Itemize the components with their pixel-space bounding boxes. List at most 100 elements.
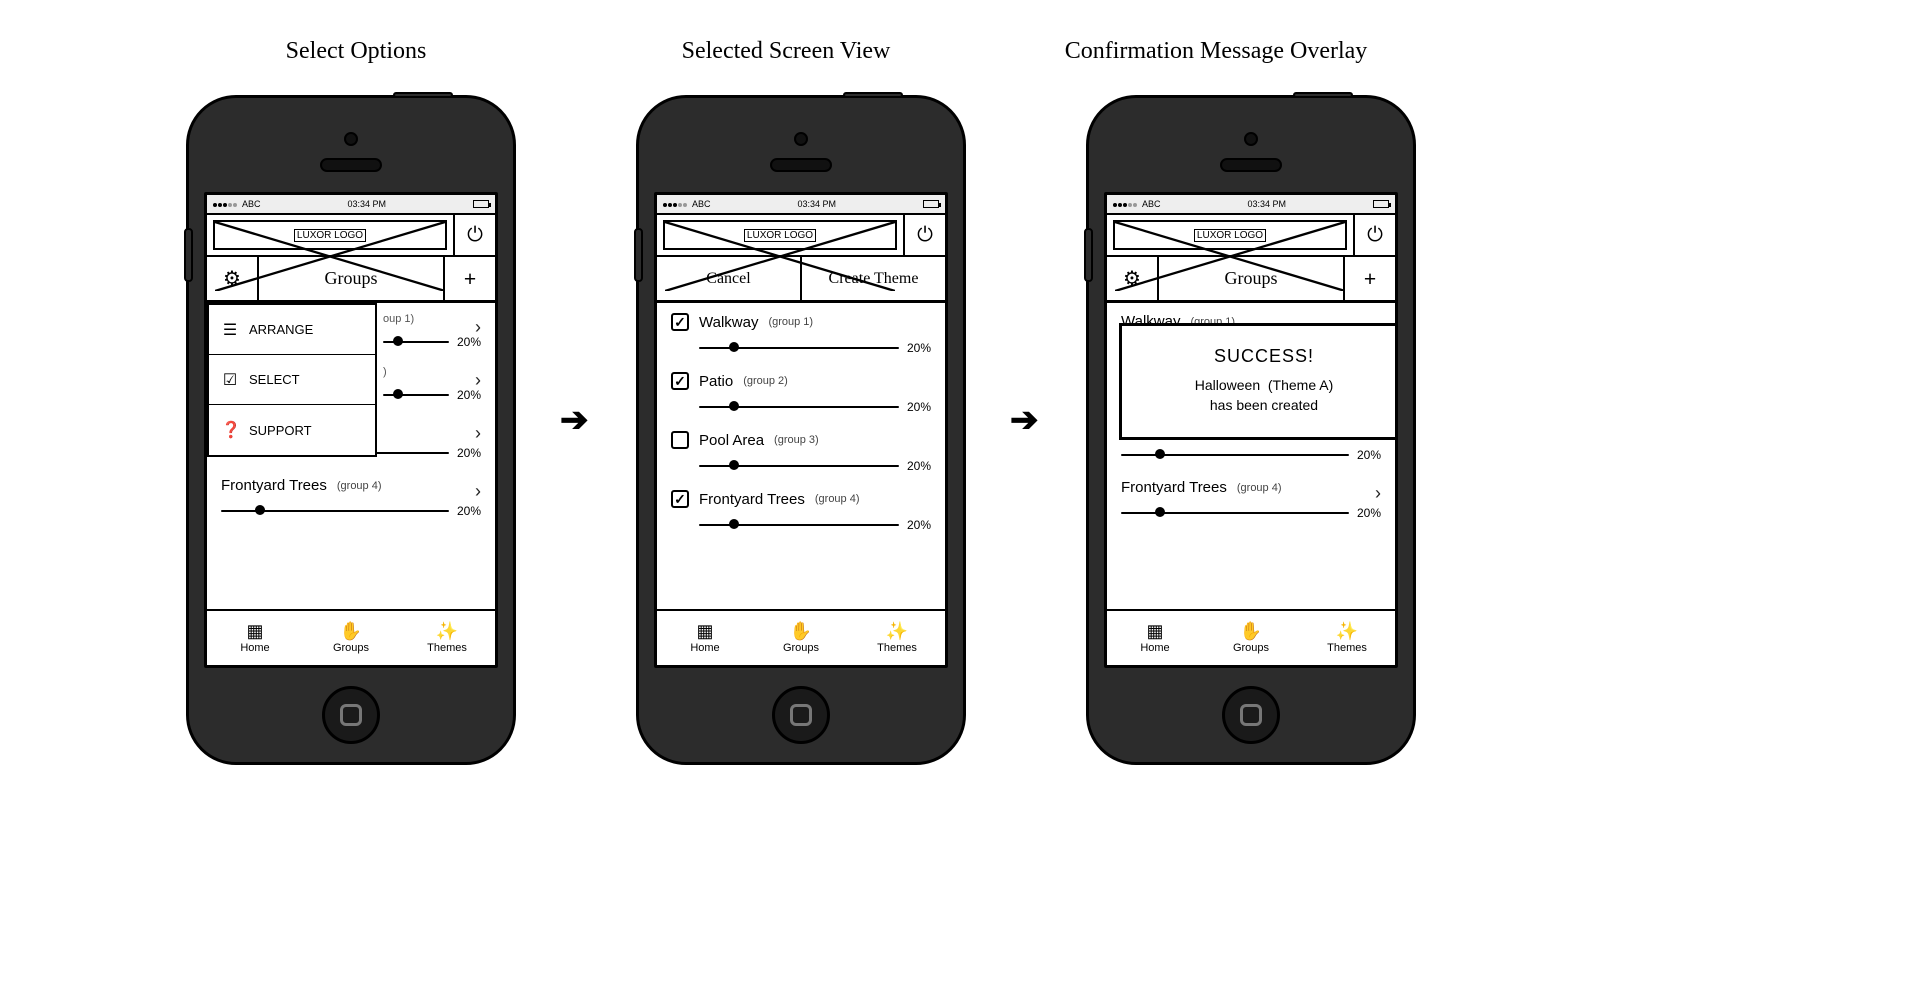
hand-icon: ✋ <box>790 622 812 640</box>
tab-groups[interactable]: ✋Groups <box>1203 611 1299 665</box>
checkbox[interactable] <box>671 490 689 508</box>
phone-frame: ABC 03:34 PM LUXOR LOGO ⏻ ⚙ Groups + ☰A <box>186 95 516 765</box>
list-item[interactable]: Frontyard Trees (group 4) › 20% <box>207 471 495 529</box>
chevron-right-icon: › <box>475 370 481 391</box>
tab-bar: ▦Home ✋Groups ✨Themes <box>207 609 495 665</box>
groups-list: ☰ARRANGE ☑SELECT ❓SUPPORT oup 1) › 20% )… <box>207 303 495 609</box>
intensity-slider[interactable]: 20% <box>1121 506 1381 520</box>
app-header: LUXOR LOGO ⏻ <box>657 215 945 257</box>
add-button[interactable]: + <box>1343 257 1395 300</box>
logo-placeholder: LUXOR LOGO <box>213 220 447 250</box>
tab-home[interactable]: ▦Home <box>207 611 303 665</box>
checkbox[interactable] <box>671 313 689 331</box>
battery-icon <box>1373 200 1389 208</box>
list-icon: ☰ <box>221 320 239 340</box>
success-theme-line: Halloween (Theme A) <box>1136 377 1392 393</box>
hand-icon: ✋ <box>1240 622 1262 640</box>
slider-value: 20% <box>457 504 481 518</box>
intensity-slider[interactable]: 20% <box>699 341 931 355</box>
tab-themes[interactable]: ✨Themes <box>1299 611 1395 665</box>
plus-icon: + <box>464 266 477 292</box>
groups-list: Walkway(group 1) 20% Patio(group 2) 20% … <box>657 303 945 609</box>
phone-frame: ABC 03:34 PM LUXOR LOGO ⏻ Cancel Create … <box>636 95 966 765</box>
intensity-slider[interactable]: 20% <box>699 518 931 532</box>
flow-arrow-icon: ➔ <box>1010 400 1039 440</box>
intensity-slider[interactable]: 20% <box>699 400 931 414</box>
power-button[interactable]: ⏻ <box>903 214 945 256</box>
logo-placeholder: LUXOR LOGO <box>663 220 897 250</box>
app-screen-select-options: ABC 03:34 PM LUXOR LOGO ⏻ ⚙ Groups + ☰A <box>204 192 498 668</box>
intensity-slider[interactable]: 20% <box>699 459 931 473</box>
app-screen-selected: ABC 03:34 PM LUXOR LOGO ⏻ Cancel Create … <box>654 192 948 668</box>
intensity-slider[interactable]: 20% <box>383 388 481 402</box>
list-item[interactable]: Pool Area(group 3) 20% <box>657 425 945 484</box>
intensity-slider[interactable]: 20% <box>1121 448 1381 462</box>
group-name: Frontyard Trees <box>221 477 327 494</box>
status-bar: ABC 03:34 PM <box>207 195 495 215</box>
tab-home[interactable]: ▦Home <box>1107 611 1203 665</box>
tab-groups[interactable]: ✋Groups <box>303 611 399 665</box>
checkbox[interactable] <box>671 372 689 390</box>
phone-home-button[interactable] <box>1222 686 1280 744</box>
sparkle-icon: ✨ <box>1336 622 1358 640</box>
slider-value: 20% <box>457 446 481 460</box>
checkbox[interactable] <box>671 431 689 449</box>
sparkle-icon: ✨ <box>886 622 908 640</box>
battery-icon <box>923 200 939 208</box>
phone-frame: ABC 03:34 PM LUXOR LOGO ⏻ ⚙ Groups + Wal… <box>1086 95 1416 765</box>
tab-bar: ▦Home ✋Groups ✨Themes <box>657 609 945 665</box>
menu-item-support[interactable]: ❓SUPPORT <box>209 405 375 455</box>
grid-icon: ▦ <box>246 622 263 640</box>
list-item[interactable]: Frontyard Trees(group 4) › 20% <box>1107 473 1395 531</box>
screen2-title: Selected Screen View <box>586 38 986 65</box>
chevron-right-icon: › <box>1375 483 1381 504</box>
status-bar: ABC 03:34 PM <box>1107 195 1395 215</box>
tab-bar: ▦Home ✋Groups ✨Themes <box>1107 609 1395 665</box>
plus-icon: + <box>1364 266 1377 292</box>
help-icon: ❓ <box>221 420 239 440</box>
power-button[interactable]: ⏻ <box>1353 214 1395 256</box>
success-overlay[interactable]: SUCCESS! Halloween (Theme A) has been cr… <box>1119 323 1395 440</box>
battery-icon <box>473 200 489 208</box>
power-icon: ⏻ <box>1367 224 1383 247</box>
power-icon: ⏻ <box>467 224 483 247</box>
sparkle-icon: ✨ <box>436 622 458 640</box>
group-sub: (group 4) <box>337 480 382 492</box>
flow-arrow-icon: ➔ <box>560 400 589 440</box>
checkbox-icon: ☑ <box>221 370 239 390</box>
carrier-label: ABC <box>242 199 261 209</box>
success-title: SUCCESS! <box>1136 346 1392 367</box>
power-button[interactable]: ⏻ <box>453 214 495 256</box>
menu-item-arrange[interactable]: ☰ARRANGE <box>209 305 375 355</box>
groups-list: Walkway(group 1) › P › Pool Area(group 3… <box>1107 303 1395 609</box>
phone-home-button[interactable] <box>772 686 830 744</box>
tab-themes[interactable]: ✨Themes <box>849 611 945 665</box>
clock-label: 03:34 PM <box>347 199 386 209</box>
intensity-slider[interactable]: 20% <box>221 504 481 518</box>
status-bar: ABC 03:34 PM <box>657 195 945 215</box>
options-menu: ☰ARRANGE ☑SELECT ❓SUPPORT <box>207 303 377 457</box>
success-created-line: has been created <box>1136 397 1392 413</box>
phone-home-button[interactable] <box>322 686 380 744</box>
menu-item-select[interactable]: ☑SELECT <box>209 355 375 405</box>
logo-placeholder: LUXOR LOGO <box>1113 220 1347 250</box>
add-button[interactable]: + <box>443 257 495 300</box>
power-icon: ⏻ <box>917 224 933 247</box>
tab-themes[interactable]: ✨Themes <box>399 611 495 665</box>
screen3-title: Confirmation Message Overlay <box>1016 38 1416 65</box>
list-item[interactable]: Frontyard Trees(group 4) 20% <box>657 484 945 543</box>
chevron-right-icon: › <box>475 423 481 444</box>
intensity-slider[interactable]: 20% <box>383 335 481 349</box>
app-screen-confirmation: ABC 03:34 PM LUXOR LOGO ⏻ ⚙ Groups + Wal… <box>1104 192 1398 668</box>
tab-home[interactable]: ▦Home <box>657 611 753 665</box>
grid-icon: ▦ <box>696 622 713 640</box>
hand-icon: ✋ <box>340 622 362 640</box>
chevron-right-icon: › <box>475 481 481 502</box>
app-header: LUXOR LOGO ⏻ <box>1107 215 1395 257</box>
tab-groups[interactable]: ✋Groups <box>753 611 849 665</box>
app-header: LUXOR LOGO ⏻ <box>207 215 495 257</box>
list-item[interactable]: Patio(group 2) 20% <box>657 366 945 425</box>
list-item[interactable]: Walkway(group 1) 20% <box>657 307 945 366</box>
chevron-right-icon: › <box>475 317 481 338</box>
grid-icon: ▦ <box>1146 622 1163 640</box>
